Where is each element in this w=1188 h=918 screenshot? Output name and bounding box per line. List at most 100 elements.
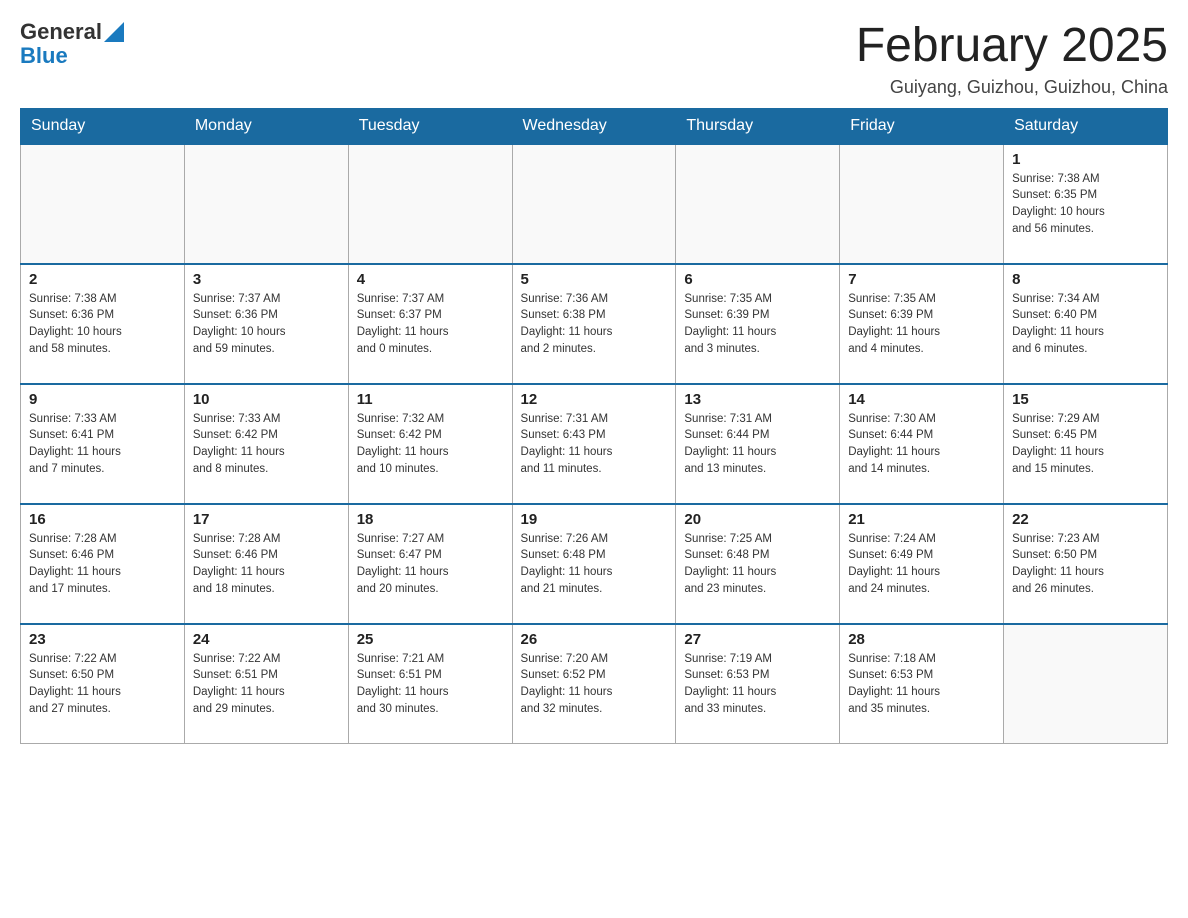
day-number: 25 (357, 631, 504, 648)
day-info: Sunrise: 7:31 AM Sunset: 6:44 PM Dayligh… (684, 411, 831, 478)
day-number: 23 (29, 631, 176, 648)
calendar-header-row: SundayMondayTuesdayWednesdayThursdayFrid… (21, 108, 1168, 144)
day-info: Sunrise: 7:35 AM Sunset: 6:39 PM Dayligh… (684, 291, 831, 358)
day-info: Sunrise: 7:33 AM Sunset: 6:41 PM Dayligh… (29, 411, 176, 478)
logo: General Blue (20, 20, 124, 68)
day-info: Sunrise: 7:20 AM Sunset: 6:52 PM Dayligh… (521, 651, 668, 718)
day-info: Sunrise: 7:26 AM Sunset: 6:48 PM Dayligh… (521, 531, 668, 598)
calendar-header-saturday: Saturday (1004, 108, 1168, 144)
calendar-day-cell: 23 Sunrise: 7:22 AM Sunset: 6:50 PM Dayli… (21, 624, 185, 744)
day-number: 11 (357, 391, 504, 408)
calendar-day-cell: 18 Sunrise: 7:27 AM Sunset: 6:47 PM Dayli… (348, 504, 512, 624)
calendar-day-cell: 25 Sunrise: 7:21 AM Sunset: 6:51 PM Dayli… (348, 624, 512, 744)
calendar-day-cell: 16 Sunrise: 7:28 AM Sunset: 6:46 PM Dayli… (21, 504, 185, 624)
location-text: Guiyang, Guizhou, Guizhou, China (856, 77, 1168, 98)
calendar-week-row: 9Sunrise: 7:33 AM Sunset: 6:41 PM Daylig… (21, 384, 1168, 504)
title-block: February 2025 Guiyang, Guizhou, Guizhou,… (856, 20, 1168, 98)
day-number: 24 (193, 631, 340, 648)
day-info: Sunrise: 7:22 AM Sunset: 6:50 PM Dayligh… (29, 651, 176, 718)
calendar-week-row: 23 Sunrise: 7:22 AM Sunset: 6:50 PM Dayli… (21, 624, 1168, 744)
calendar-table: SundayMondayTuesdayWednesdayThursdayFrid… (20, 108, 1168, 745)
day-number: 3 (193, 271, 340, 288)
day-info: Sunrise: 7:38 AM Sunset: 6:36 PM Dayligh… (29, 291, 176, 358)
calendar-week-row: 1Sunrise: 7:38 AM Sunset: 6:35 PM Daylig… (21, 144, 1168, 264)
calendar-header-friday: Friday (840, 108, 1004, 144)
day-info: Sunrise: 7:25 AM Sunset: 6:48 PM Dayligh… (684, 531, 831, 598)
day-number: 20 (684, 511, 831, 528)
calendar-day-cell: 1Sunrise: 7:38 AM Sunset: 6:35 PM Daylig… (1004, 144, 1168, 264)
calendar-day-cell: 19Sunrise: 7:26 AM Sunset: 6:48 PM Dayli… (512, 504, 676, 624)
calendar-day-cell: 7 Sunrise: 7:35 AM Sunset: 6:39 PM Daylig… (840, 264, 1004, 384)
day-info: Sunrise: 7:35 AM Sunset: 6:39 PM Dayligh… (848, 291, 995, 358)
calendar-day-cell: 5Sunrise: 7:36 AM Sunset: 6:38 PM Daylig… (512, 264, 676, 384)
calendar-week-row: 16 Sunrise: 7:28 AM Sunset: 6:46 PM Dayli… (21, 504, 1168, 624)
day-info: Sunrise: 7:34 AM Sunset: 6:40 PM Dayligh… (1012, 291, 1159, 358)
calendar-day-cell (21, 144, 185, 264)
day-number: 4 (357, 271, 504, 288)
calendar-day-cell: 6 Sunrise: 7:35 AM Sunset: 6:39 PM Daylig… (676, 264, 840, 384)
calendar-day-cell: 4Sunrise: 7:37 AM Sunset: 6:37 PM Daylig… (348, 264, 512, 384)
calendar-day-cell: 15Sunrise: 7:29 AM Sunset: 6:45 PM Dayli… (1004, 384, 1168, 504)
day-number: 18 (357, 511, 504, 528)
page-header: General Blue February 2025 Guiyang, Guiz… (20, 20, 1168, 98)
day-info: Sunrise: 7:18 AM Sunset: 6:53 PM Dayligh… (848, 651, 995, 718)
day-info: Sunrise: 7:33 AM Sunset: 6:42 PM Dayligh… (193, 411, 340, 478)
calendar-day-cell: 21Sunrise: 7:24 AM Sunset: 6:49 PM Dayli… (840, 504, 1004, 624)
calendar-day-cell (184, 144, 348, 264)
day-info: Sunrise: 7:30 AM Sunset: 6:44 PM Dayligh… (848, 411, 995, 478)
calendar-day-cell: 26 Sunrise: 7:20 AM Sunset: 6:52 PM Dayli… (512, 624, 676, 744)
day-number: 12 (521, 391, 668, 408)
calendar-day-cell: 27 Sunrise: 7:19 AM Sunset: 6:53 PM Dayli… (676, 624, 840, 744)
calendar-day-cell: 14 Sunrise: 7:30 AM Sunset: 6:44 PM Dayli… (840, 384, 1004, 504)
calendar-day-cell: 8 Sunrise: 7:34 AM Sunset: 6:40 PM Daylig… (1004, 264, 1168, 384)
day-number: 17 (193, 511, 340, 528)
day-number: 28 (848, 631, 995, 648)
day-info: Sunrise: 7:36 AM Sunset: 6:38 PM Dayligh… (521, 291, 668, 358)
day-number: 6 (684, 271, 831, 288)
logo-icon (104, 22, 124, 42)
calendar-day-cell: 20 Sunrise: 7:25 AM Sunset: 6:48 PM Dayli… (676, 504, 840, 624)
day-info: Sunrise: 7:32 AM Sunset: 6:42 PM Dayligh… (357, 411, 504, 478)
day-info: Sunrise: 7:27 AM Sunset: 6:47 PM Dayligh… (357, 531, 504, 598)
calendar-day-cell: 2 Sunrise: 7:38 AM Sunset: 6:36 PM Daylig… (21, 264, 185, 384)
day-number: 21 (848, 511, 995, 528)
day-number: 16 (29, 511, 176, 528)
calendar-header-tuesday: Tuesday (348, 108, 512, 144)
calendar-day-cell (1004, 624, 1168, 744)
calendar-day-cell: 24 Sunrise: 7:22 AM Sunset: 6:51 PM Dayli… (184, 624, 348, 744)
calendar-header-wednesday: Wednesday (512, 108, 676, 144)
day-number: 2 (29, 271, 176, 288)
calendar-day-cell (840, 144, 1004, 264)
calendar-header-thursday: Thursday (676, 108, 840, 144)
day-number: 27 (684, 631, 831, 648)
day-number: 22 (1012, 511, 1159, 528)
day-number: 8 (1012, 271, 1159, 288)
day-info: Sunrise: 7:29 AM Sunset: 6:45 PM Dayligh… (1012, 411, 1159, 478)
day-number: 13 (684, 391, 831, 408)
calendar-day-cell (348, 144, 512, 264)
calendar-day-cell (512, 144, 676, 264)
day-info: Sunrise: 7:28 AM Sunset: 6:46 PM Dayligh… (193, 531, 340, 598)
day-info: Sunrise: 7:21 AM Sunset: 6:51 PM Dayligh… (357, 651, 504, 718)
month-title: February 2025 (856, 20, 1168, 73)
calendar-week-row: 2 Sunrise: 7:38 AM Sunset: 6:36 PM Daylig… (21, 264, 1168, 384)
day-info: Sunrise: 7:19 AM Sunset: 6:53 PM Dayligh… (684, 651, 831, 718)
calendar-day-cell: 13 Sunrise: 7:31 AM Sunset: 6:44 PM Dayli… (676, 384, 840, 504)
day-info: Sunrise: 7:28 AM Sunset: 6:46 PM Dayligh… (29, 531, 176, 598)
calendar-day-cell: 22Sunrise: 7:23 AM Sunset: 6:50 PM Dayli… (1004, 504, 1168, 624)
logo-general-text: General (20, 20, 102, 44)
calendar-day-cell: 12 Sunrise: 7:31 AM Sunset: 6:43 PM Dayli… (512, 384, 676, 504)
day-number: 14 (848, 391, 995, 408)
day-number: 26 (521, 631, 668, 648)
day-info: Sunrise: 7:22 AM Sunset: 6:51 PM Dayligh… (193, 651, 340, 718)
day-info: Sunrise: 7:38 AM Sunset: 6:35 PM Dayligh… (1012, 171, 1159, 238)
day-info: Sunrise: 7:31 AM Sunset: 6:43 PM Dayligh… (521, 411, 668, 478)
calendar-day-cell: 3 Sunrise: 7:37 AM Sunset: 6:36 PM Daylig… (184, 264, 348, 384)
day-number: 7 (848, 271, 995, 288)
calendar-header-sunday: Sunday (21, 108, 185, 144)
logo-blue-text: Blue (20, 44, 124, 68)
calendar-day-cell: 28 Sunrise: 7:18 AM Sunset: 6:53 PM Dayli… (840, 624, 1004, 744)
calendar-day-cell: 10 Sunrise: 7:33 AM Sunset: 6:42 PM Dayli… (184, 384, 348, 504)
day-number: 10 (193, 391, 340, 408)
day-info: Sunrise: 7:37 AM Sunset: 6:36 PM Dayligh… (193, 291, 340, 358)
